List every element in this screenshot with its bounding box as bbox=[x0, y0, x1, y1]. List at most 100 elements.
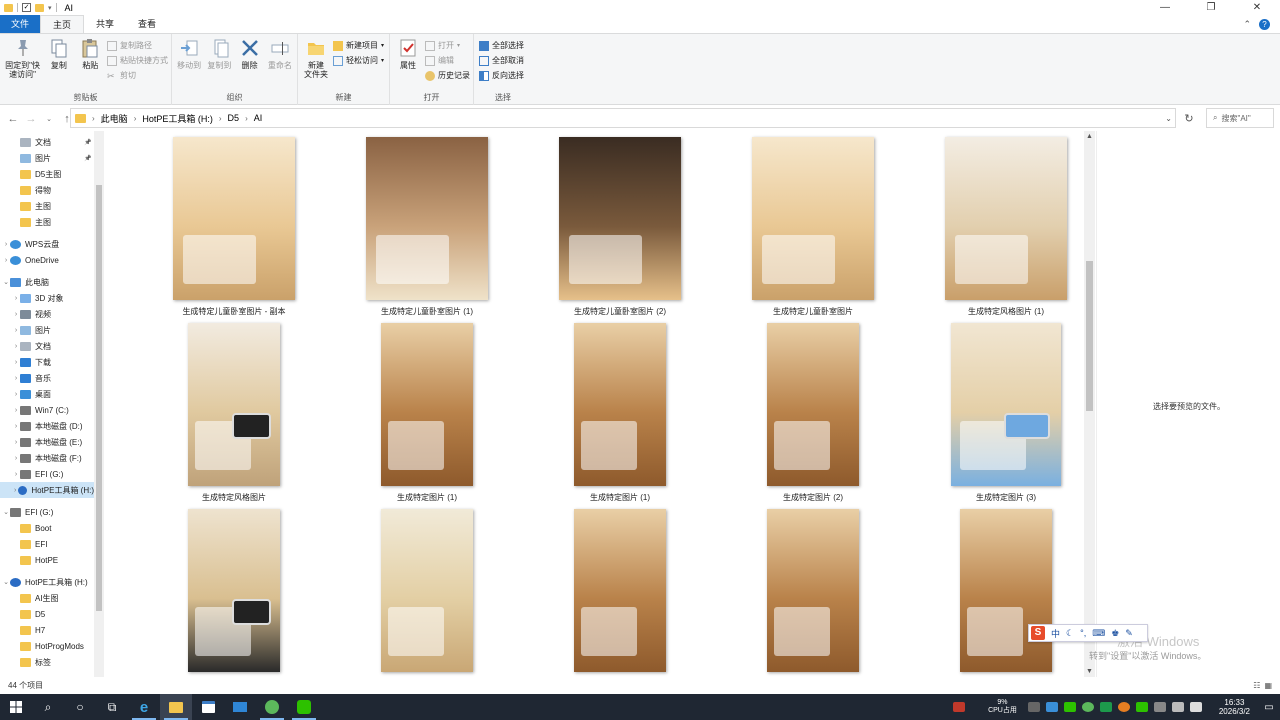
file-explorer-icon[interactable] bbox=[160, 694, 192, 720]
file-thumbnail[interactable] bbox=[559, 137, 681, 300]
content-scrollbar[interactable]: ▲ ▼ bbox=[1084, 131, 1095, 677]
chevron-down-icon[interactable]: ⌄ bbox=[2, 278, 10, 286]
store-icon[interactable] bbox=[192, 694, 224, 720]
file-name[interactable]: 生成特定风格图片 (1) bbox=[916, 306, 1084, 317]
file-thumbnail[interactable] bbox=[767, 509, 859, 672]
chevron-right-icon[interactable]: › bbox=[12, 391, 20, 398]
chevron-right-icon[interactable]: › bbox=[12, 439, 20, 446]
forward-arrow-icon[interactable]: → bbox=[22, 113, 40, 125]
nav-item[interactable]: ⌄ EFI (G:) bbox=[0, 504, 94, 520]
content-scrollbar-thumb[interactable] bbox=[1086, 261, 1093, 411]
chevron-right-icon[interactable]: › bbox=[12, 311, 20, 318]
search-input[interactable]: ⌕ 搜索"AI" bbox=[1206, 108, 1274, 128]
chevron-right-icon[interactable]: › bbox=[12, 359, 20, 366]
nav-item[interactable]: › 本地磁盘 (F:) bbox=[0, 450, 94, 466]
file-name[interactable]: 生成特定图片 (2) bbox=[723, 492, 903, 503]
open-button[interactable]: 打开 ▾ bbox=[425, 39, 470, 52]
scroll-down-icon[interactable]: ▼ bbox=[1084, 668, 1095, 675]
wrench-icon[interactable]: ✎ bbox=[1125, 628, 1133, 639]
help-icon[interactable]: ? bbox=[1259, 18, 1270, 30]
maximize-button[interactable]: ❐ bbox=[1188, 0, 1234, 15]
back-arrow-icon[interactable]: ← bbox=[4, 113, 22, 125]
chevron-down-icon[interactable]: ⌄ bbox=[2, 508, 10, 516]
nav-item[interactable]: ⌄ 此电脑 bbox=[0, 274, 94, 290]
nav-item[interactable]: › 音乐 bbox=[0, 370, 94, 386]
tray-green-icon[interactable] bbox=[1081, 702, 1094, 712]
file-thumbnail[interactable] bbox=[574, 323, 666, 486]
nav-scrollbar-thumb[interactable] bbox=[96, 185, 102, 611]
history-button[interactable]: 历史记录 bbox=[425, 69, 470, 82]
chevron-right-icon[interactable]: › bbox=[12, 375, 20, 382]
breadcrumb-d5[interactable]: D5 bbox=[228, 113, 240, 123]
chevron-right-icon[interactable]: › bbox=[12, 343, 20, 350]
nav-item[interactable]: › EFI (G:) bbox=[0, 466, 94, 482]
file-thumbnail[interactable] bbox=[381, 509, 473, 672]
chevron-right-icon[interactable]: › bbox=[12, 407, 20, 414]
nav-item[interactable]: › 本地磁盘 (E:) bbox=[0, 434, 94, 450]
tab-file[interactable]: 文件 bbox=[0, 15, 41, 33]
nav-item[interactable]: › 视频 bbox=[0, 306, 94, 322]
select-none-button[interactable]: 全部取消 bbox=[479, 54, 524, 67]
scroll-up-icon[interactable]: ▲ bbox=[1084, 133, 1095, 140]
task-view-icon[interactable]: ⧉ bbox=[96, 694, 128, 720]
wechat-icon[interactable] bbox=[288, 694, 320, 720]
ime-toolbar[interactable]: S 中 ☾ °, ⌨ ♚ ✎ bbox=[1028, 624, 1148, 642]
address-dropdown-icon[interactable]: ⌄ bbox=[1165, 114, 1172, 123]
tray-orange-icon[interactable] bbox=[1117, 702, 1130, 712]
chevron-right-icon[interactable]: › bbox=[219, 114, 222, 123]
file-thumbnail[interactable] bbox=[381, 323, 473, 486]
paste-shortcut-button[interactable]: 粘贴快捷方式 bbox=[107, 54, 168, 67]
nav-item[interactable]: 文档 📌 bbox=[0, 134, 94, 150]
nav-item[interactable]: 图片 📌 bbox=[0, 150, 94, 166]
nav-item[interactable]: ⌄ HotPE工具箱 (H:) bbox=[0, 574, 94, 590]
nav-item[interactable]: HotProgMods bbox=[0, 638, 94, 654]
cut-button[interactable]: ✂ 剪切 bbox=[107, 69, 168, 82]
clock-time[interactable]: 16:33 bbox=[1219, 698, 1250, 707]
nav-item[interactable]: H7 bbox=[0, 622, 94, 638]
file-thumbnail[interactable] bbox=[188, 323, 280, 486]
tray-cloud-icon[interactable] bbox=[1045, 702, 1058, 712]
details-view-icon[interactable]: ☷ bbox=[1253, 681, 1260, 690]
close-button[interactable]: ✕ bbox=[1234, 0, 1280, 15]
mail-icon[interactable] bbox=[224, 694, 256, 720]
nav-item[interactable]: › 文档 bbox=[0, 338, 94, 354]
nav-item[interactable]: › 本地磁盘 (D:) bbox=[0, 418, 94, 434]
new-folder-quick-icon[interactable] bbox=[35, 3, 44, 12]
keyboard-icon[interactable]: ⌨ bbox=[1092, 628, 1105, 639]
nav-item[interactable]: D5主图 bbox=[0, 166, 94, 182]
chevron-right-icon[interactable]: › bbox=[12, 327, 20, 334]
search-icon[interactable]: ⌕ bbox=[32, 694, 64, 720]
nav-item[interactable]: 主图 bbox=[0, 214, 94, 230]
nav-item[interactable]: › HotPE工具箱 (H:) bbox=[0, 482, 94, 498]
file-name[interactable]: 生成特定儿童卧室图片 (2) bbox=[530, 306, 710, 317]
chevron-right-icon[interactable]: › bbox=[134, 114, 137, 123]
nav-item[interactable]: › Win7 (C:) bbox=[0, 402, 94, 418]
edit-button[interactable]: 编辑 bbox=[425, 54, 470, 67]
large-icons-view-icon[interactable]: ▦ bbox=[1264, 681, 1272, 690]
easy-access-button[interactable]: 轻松访问 ▾ bbox=[333, 54, 384, 67]
file-name[interactable]: 生成特定儿童卧室图片 bbox=[723, 306, 903, 317]
moon-icon[interactable]: ☾ bbox=[1066, 628, 1074, 639]
nav-item[interactable]: 得物 bbox=[0, 182, 94, 198]
tray-wechat-icon[interactable] bbox=[1063, 702, 1076, 712]
nav-item[interactable]: › OneDrive bbox=[0, 252, 94, 268]
file-thumbnail[interactable] bbox=[767, 323, 859, 486]
chevron-right-icon[interactable]: › bbox=[92, 114, 95, 123]
file-thumbnail[interactable] bbox=[366, 137, 488, 300]
tray-app2-icon[interactable] bbox=[1153, 702, 1166, 712]
select-all-button[interactable]: 全部选择 bbox=[479, 39, 524, 52]
properties-quick-icon[interactable]: ✓ bbox=[22, 3, 31, 12]
chevron-right-icon[interactable]: › bbox=[12, 455, 20, 462]
minimize-button[interactable]: — bbox=[1142, 0, 1188, 15]
nav-item[interactable]: AI生图 bbox=[0, 590, 94, 606]
nav-item[interactable]: 标签 bbox=[0, 654, 94, 670]
nav-item[interactable]: › 桌面 bbox=[0, 386, 94, 402]
tray-disk-icon[interactable] bbox=[1027, 702, 1040, 712]
ime-language[interactable]: 中 bbox=[1051, 627, 1060, 640]
volume-icon[interactable] bbox=[1189, 702, 1202, 712]
chevron-right-icon[interactable]: › bbox=[245, 114, 248, 123]
chevron-right-icon[interactable]: › bbox=[12, 423, 20, 430]
file-name[interactable]: 生成特定图片 (1) bbox=[530, 492, 710, 503]
tab-home[interactable]: 主页 bbox=[40, 15, 85, 33]
breadcrumb-this-pc[interactable]: 此电脑 bbox=[101, 112, 128, 125]
